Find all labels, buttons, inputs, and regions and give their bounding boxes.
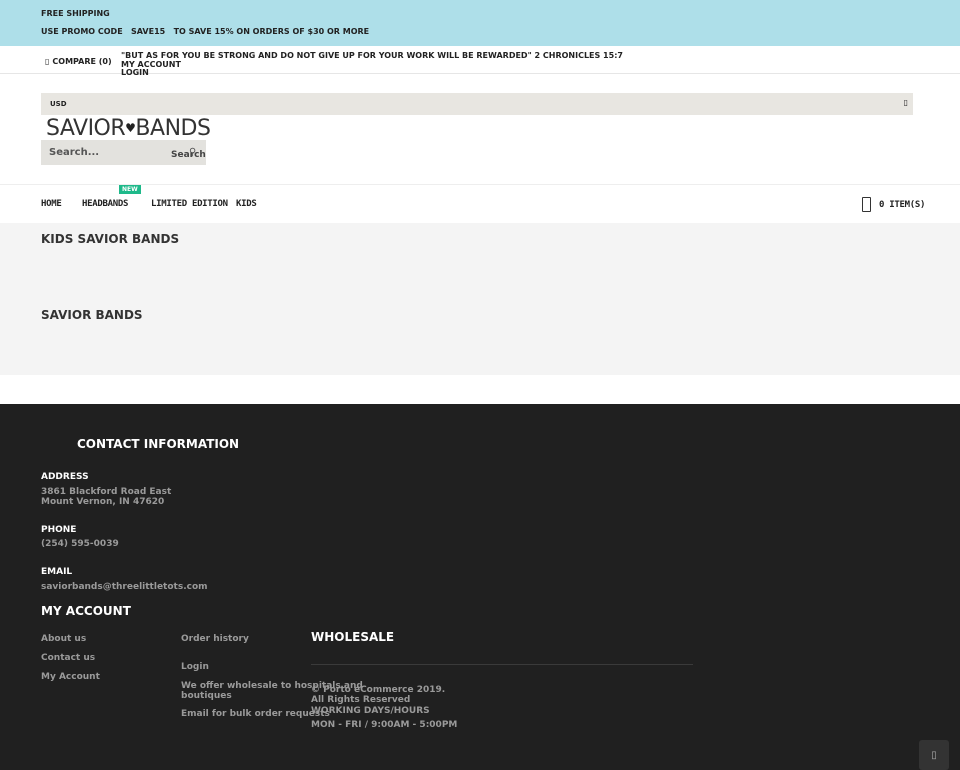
nav-item-kids[interactable]: KIDS [236,199,257,209]
promo-bar: FREE SHIPPING USE PROMO CODE SAVE15 TO S… [0,0,960,46]
phone-value[interactable]: (254) 595-0039 [41,539,119,549]
wholesale-title: WHOLESALE [311,630,395,644]
page-title: KIDS SAVIOR BANDS [41,232,180,246]
copyright-text: © Porto eCommerce 2019. All Rights Reser… [311,685,446,705]
address-line2: Mount Vernon, IN 47620 [41,497,165,507]
working-hours-label: WORKING DAYS/HOURS [311,706,430,716]
search-icon[interactable]: ⚲ [189,147,196,158]
contact-info-title: CONTACT INFORMATION [77,437,240,451]
top-links-row: ▯ COMPARE (0) "BUT AS FOR YOU BE STRONG … [0,46,960,77]
footer-link-order-history[interactable]: Order history [181,634,249,644]
site-logo[interactable]: SAVIOR♥BANDS [46,116,211,141]
my-account-title: MY ACCOUNT [41,604,131,618]
nav-item-headbands[interactable]: HEADBANDS [82,199,128,209]
footer-divider [311,664,693,665]
footer-link-contact-us[interactable]: Contact us [41,653,95,663]
footer-link-my-account[interactable]: My Account [41,672,100,682]
main-nav: HOME HEADBANDS NEW LIMITED EDITION KIDS … [0,185,960,223]
email-value[interactable]: saviorbands@threelittletots.com [41,582,208,592]
section-title: SAVIOR BANDS [41,308,143,322]
logo-text-right: BANDS [135,116,211,141]
working-hours-value: MON - FRI / 9:00AM - 5:00PM [311,720,458,730]
header-quote-block: "BUT AS FOR YOU BE STRONG AND DO NOT GIV… [121,51,623,78]
scroll-to-top-button[interactable]: ▯ [919,740,949,770]
heart-icon: ♥ [125,121,136,135]
address-label: ADDRESS [41,472,89,482]
promo-code-text: USE PROMO CODE SAVE15 TO SAVE 15% ON ORD… [41,27,370,36]
nav-item-home[interactable]: HOME [41,199,62,209]
search-box: Search ⚲ [41,140,206,165]
chevron-down-icon: ▯ [903,98,908,107]
cart-count: 0 ITEM(S) [879,199,926,210]
bible-quote: "BUT AS FOR YOU BE STRONG AND DO NOT GIV… [121,51,623,60]
search-input[interactable] [49,144,159,161]
login-link[interactable]: LOGIN [121,68,623,78]
currency-selector[interactable]: USD ▯ [41,93,913,115]
cart-button[interactable]: 0 ITEM(S) [862,197,925,212]
footer-link-about-us[interactable]: About us [41,634,86,644]
my-account-link[interactable]: MY ACCOUNT [121,60,623,70]
compare-label: COMPARE (0) [52,57,112,66]
phone-label: PHONE [41,525,77,535]
footer-link-login[interactable]: Login [181,662,209,672]
compare-icon: ▯ [45,57,50,66]
nav-item-limited-edition[interactable]: LIMITED EDITION [151,199,228,209]
chevron-up-icon: ▯ [931,749,937,761]
footer: CONTACT INFORMATION ADDRESS 3861 Blackfo… [0,404,960,770]
cart-icon [862,197,871,212]
new-badge: NEW [119,185,141,194]
currency-value: USD [50,100,67,108]
email-label: EMAIL [41,567,73,577]
compare-link[interactable]: ▯ COMPARE (0) [45,57,112,66]
category-content: KIDS SAVIOR BANDS SAVIOR BANDS [0,223,960,375]
address-line1: 3861 Blackford Road East [41,487,172,497]
bulk-order-link[interactable]: Email for bulk order requests [181,709,330,719]
logo-text-left: SAVIOR [46,116,126,141]
promo-free-shipping: FREE SHIPPING [41,9,110,18]
